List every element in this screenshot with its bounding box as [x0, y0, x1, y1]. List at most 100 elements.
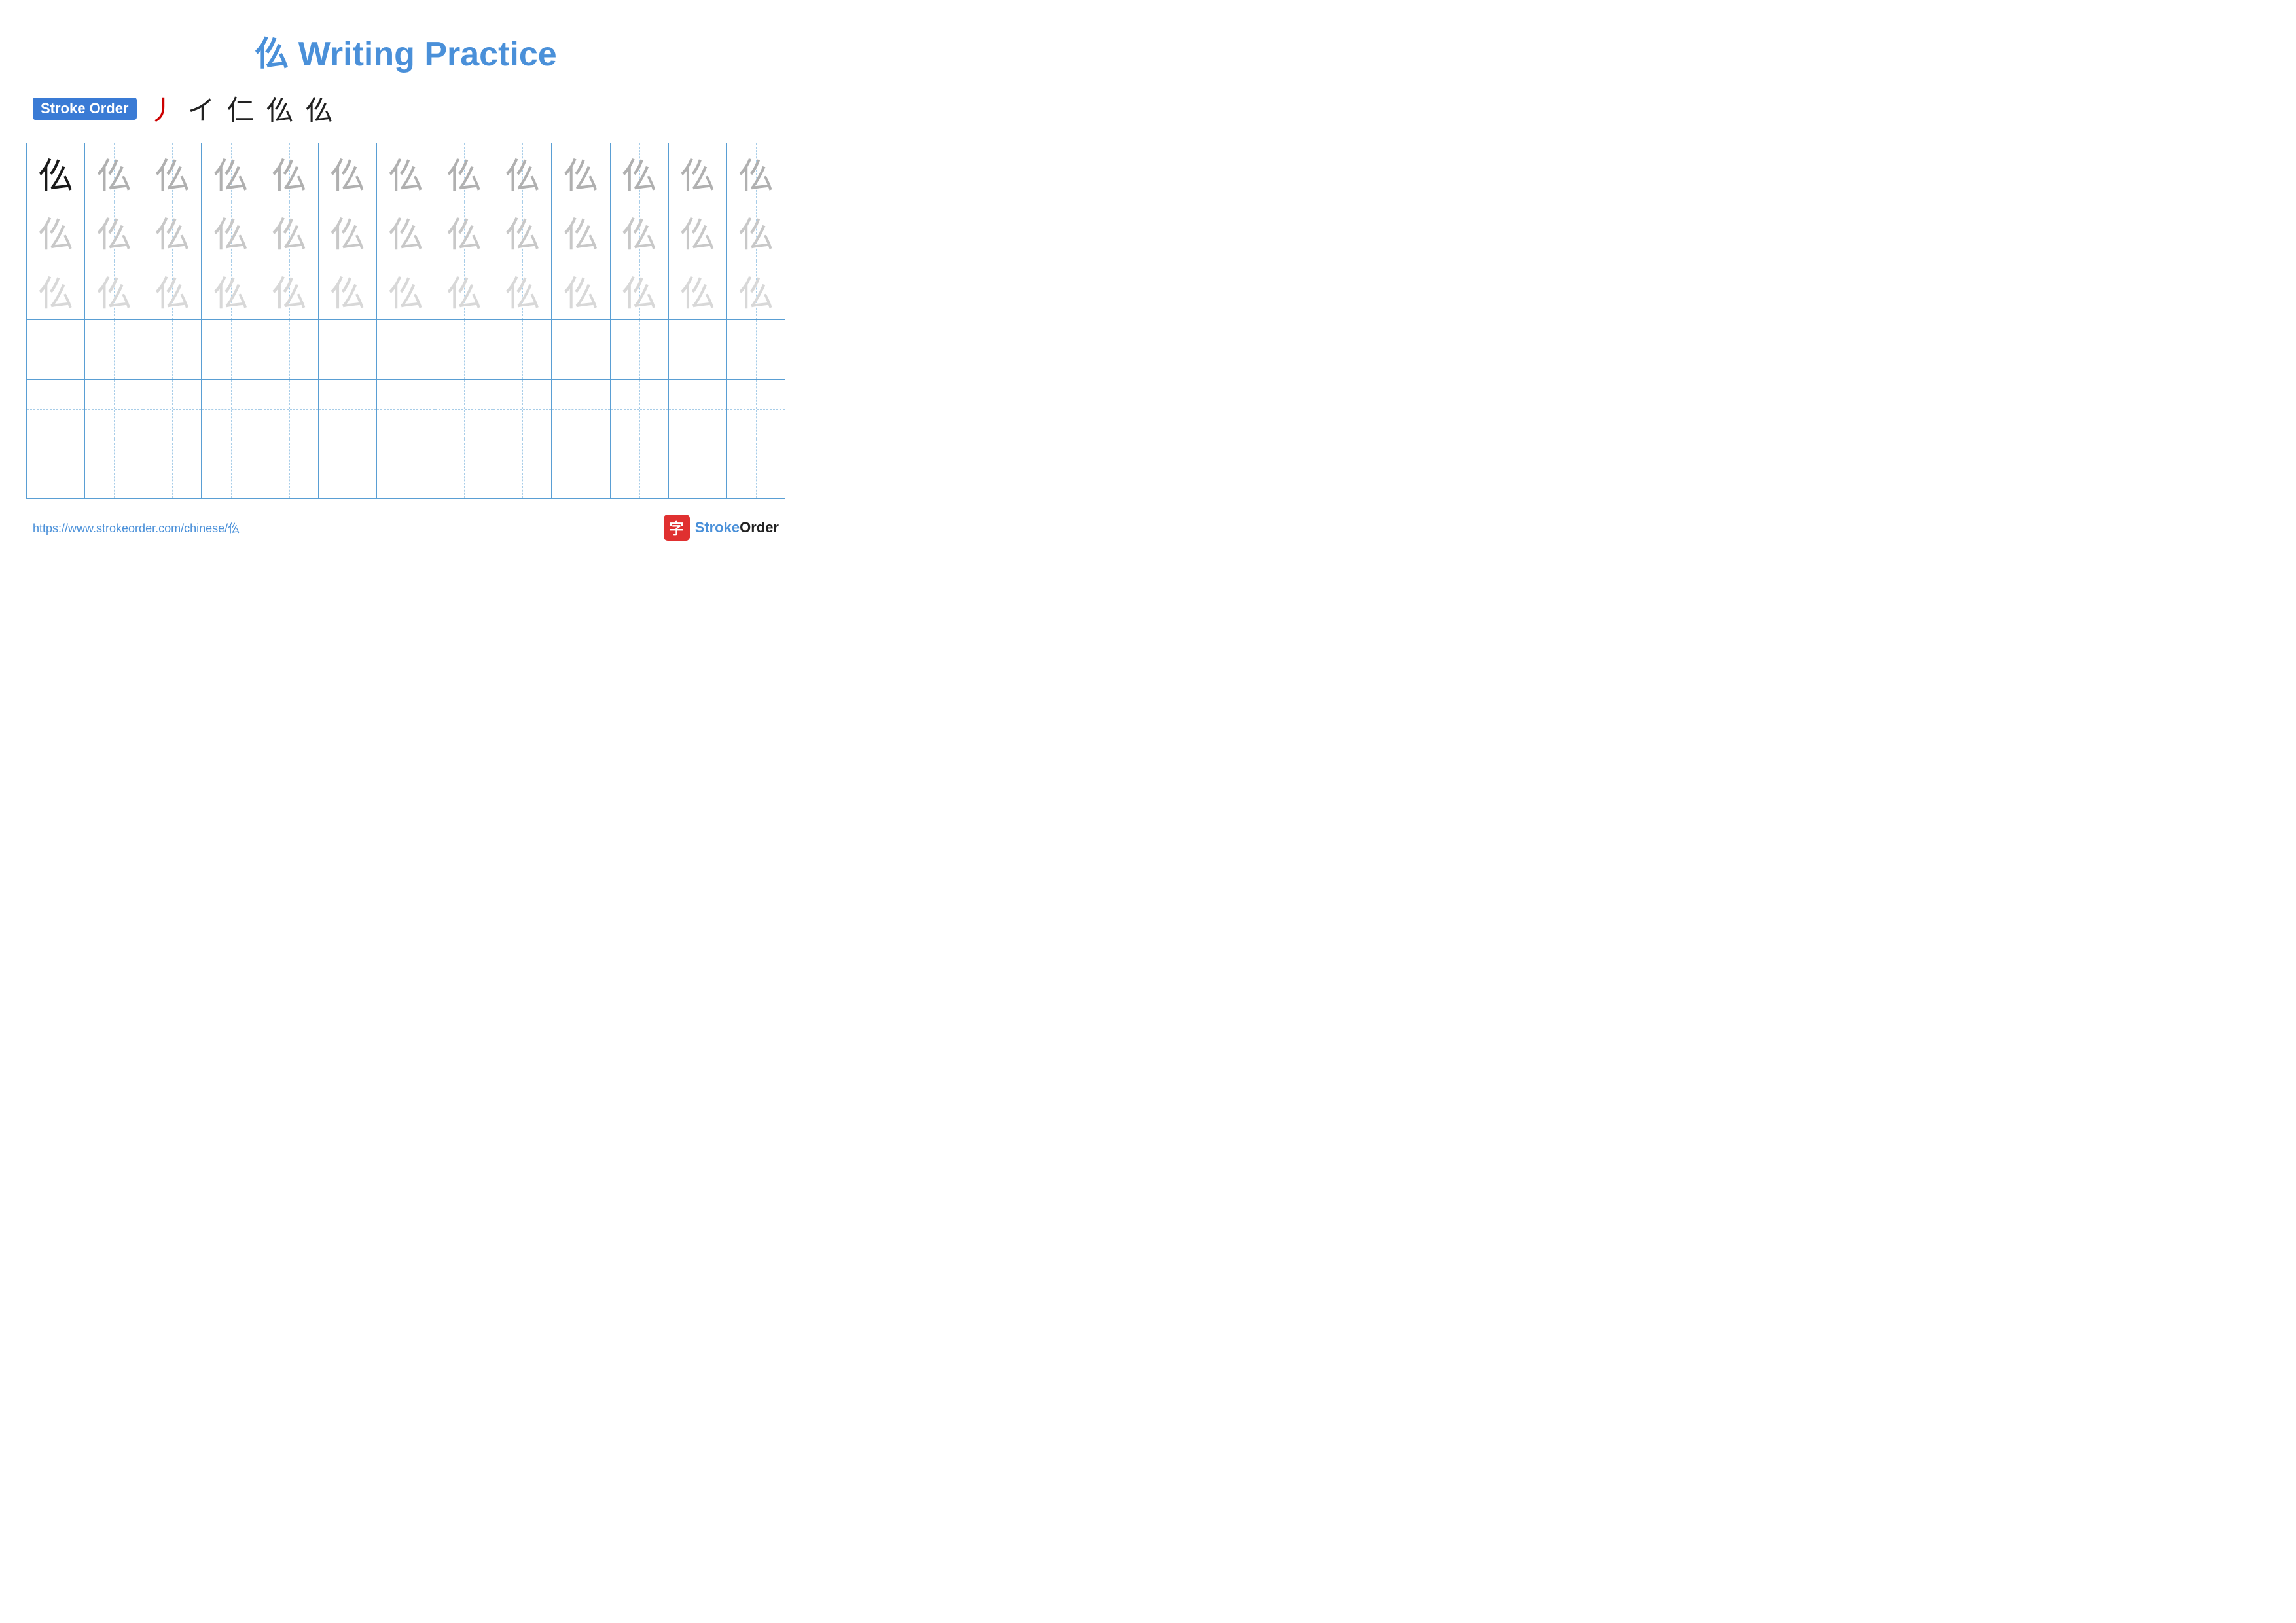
practice-char: 仫 [38, 147, 73, 198]
practice-char: 仫 [330, 264, 365, 316]
practice-char: 仫 [154, 264, 190, 316]
practice-char: 仫 [738, 264, 774, 316]
practice-char: 仫 [622, 147, 657, 198]
practice-char: 仫 [154, 147, 190, 198]
grid-cell: 仫 [727, 143, 785, 202]
grid-cell [611, 439, 669, 498]
brand-name: StrokeOrder [695, 519, 779, 536]
grid-cell [319, 380, 377, 439]
grid-cell: 仫 [611, 261, 669, 319]
grid-cell [493, 380, 552, 439]
practice-char: 仫 [213, 264, 249, 316]
page-title: 仫 Writing Practice [255, 35, 556, 73]
practice-char: 仫 [622, 264, 657, 316]
practice-char: 仫 [272, 206, 307, 257]
grid-row-3: 仫 仫 仫 仫 仫 仫 仫 仫 仫 仫 仫 仫 仫 [27, 261, 785, 320]
title-char: 仫 Writing Practice [255, 35, 556, 73]
practice-char: 仫 [680, 264, 715, 316]
grid-cell [377, 320, 435, 379]
practice-char: 仫 [563, 206, 598, 257]
grid-cell: 仫 [552, 202, 610, 261]
grid-cell [85, 320, 143, 379]
grid-cell [552, 380, 610, 439]
grid-cell [202, 320, 260, 379]
grid-row-4 [27, 320, 785, 380]
grid-cell: 仫 [552, 261, 610, 319]
grid-cell [552, 320, 610, 379]
practice-char: 仫 [38, 206, 73, 257]
grid-cell: 仫 [727, 261, 785, 319]
grid-cell [727, 439, 785, 498]
grid-cell: 仫 [143, 202, 202, 261]
grid-cell [319, 320, 377, 379]
grid-cell [552, 439, 610, 498]
grid-cell [435, 320, 493, 379]
grid-cell: 仫 [669, 261, 727, 319]
grid-cell: 仫 [435, 202, 493, 261]
grid-cell [377, 439, 435, 498]
practice-char: 仫 [213, 206, 249, 257]
grid-cell: 仫 [611, 202, 669, 261]
grid-cell: 仫 [493, 202, 552, 261]
practice-char: 仫 [738, 147, 774, 198]
practice-char: 仫 [446, 264, 482, 316]
grid-cell [493, 320, 552, 379]
stroke-4: 仫 [266, 88, 294, 128]
grid-cell: 仫 [202, 143, 260, 202]
footer-url[interactable]: https://www.strokeorder.com/chinese/仫 [33, 519, 240, 536]
practice-char: 仫 [330, 206, 365, 257]
grid-cell [611, 380, 669, 439]
grid-cell: 仫 [27, 261, 85, 319]
practice-char: 仫 [622, 206, 657, 257]
grid-row-6 [27, 439, 785, 498]
practice-char: 仫 [738, 206, 774, 257]
grid-cell [727, 320, 785, 379]
grid-cell: 仫 [669, 202, 727, 261]
grid-cell [377, 380, 435, 439]
practice-grid: 仫 仫 仫 仫 仫 仫 仫 仫 仫 仫 仫 仫 仫 仫 仫 仫 仫 仫 仫 仫 … [26, 143, 785, 499]
grid-row-1: 仫 仫 仫 仫 仫 仫 仫 仫 仫 仫 仫 仫 仫 [27, 143, 785, 202]
grid-cell [85, 380, 143, 439]
practice-char: 仫 [563, 147, 598, 198]
practice-char: 仫 [272, 147, 307, 198]
grid-cell [435, 380, 493, 439]
stroke-order-badge: Stroke Order [33, 98, 137, 120]
grid-cell [85, 439, 143, 498]
grid-cell [669, 320, 727, 379]
grid-cell [435, 439, 493, 498]
grid-cell: 仫 [27, 202, 85, 261]
practice-char: 仫 [96, 206, 132, 257]
grid-cell: 仫 [202, 261, 260, 319]
stroke-3: 仁 [227, 88, 255, 128]
practice-char: 仫 [213, 147, 249, 198]
practice-char: 仫 [446, 147, 482, 198]
grid-cell: 仫 [85, 261, 143, 319]
grid-cell [669, 439, 727, 498]
grid-cell: 仫 [319, 143, 377, 202]
grid-cell: 仫 [85, 202, 143, 261]
practice-char: 仫 [388, 147, 423, 198]
grid-row-5 [27, 380, 785, 439]
practice-char: 仫 [680, 147, 715, 198]
stroke-1: 丿 [149, 88, 176, 128]
grid-cell [27, 439, 85, 498]
practice-char: 仫 [446, 206, 482, 257]
grid-cell [669, 380, 727, 439]
practice-char: 仫 [96, 147, 132, 198]
grid-cell: 仫 [552, 143, 610, 202]
grid-cell: 仫 [319, 261, 377, 319]
grid-row-2: 仫 仫 仫 仫 仫 仫 仫 仫 仫 仫 仫 仫 仫 [27, 202, 785, 261]
title-section: 仫 Writing Practice [26, 26, 785, 75]
grid-cell: 仫 [143, 261, 202, 319]
grid-cell: 仫 [493, 261, 552, 319]
grid-cell: 仫 [260, 261, 319, 319]
grid-cell [143, 320, 202, 379]
brand-icon: 字 [664, 515, 690, 541]
grid-cell: 仫 [143, 143, 202, 202]
practice-char: 仫 [330, 147, 365, 198]
grid-cell: 仫 [435, 143, 493, 202]
grid-cell: 仫 [493, 143, 552, 202]
grid-cell: 仫 [27, 143, 85, 202]
grid-cell [611, 320, 669, 379]
practice-char: 仫 [38, 264, 73, 316]
